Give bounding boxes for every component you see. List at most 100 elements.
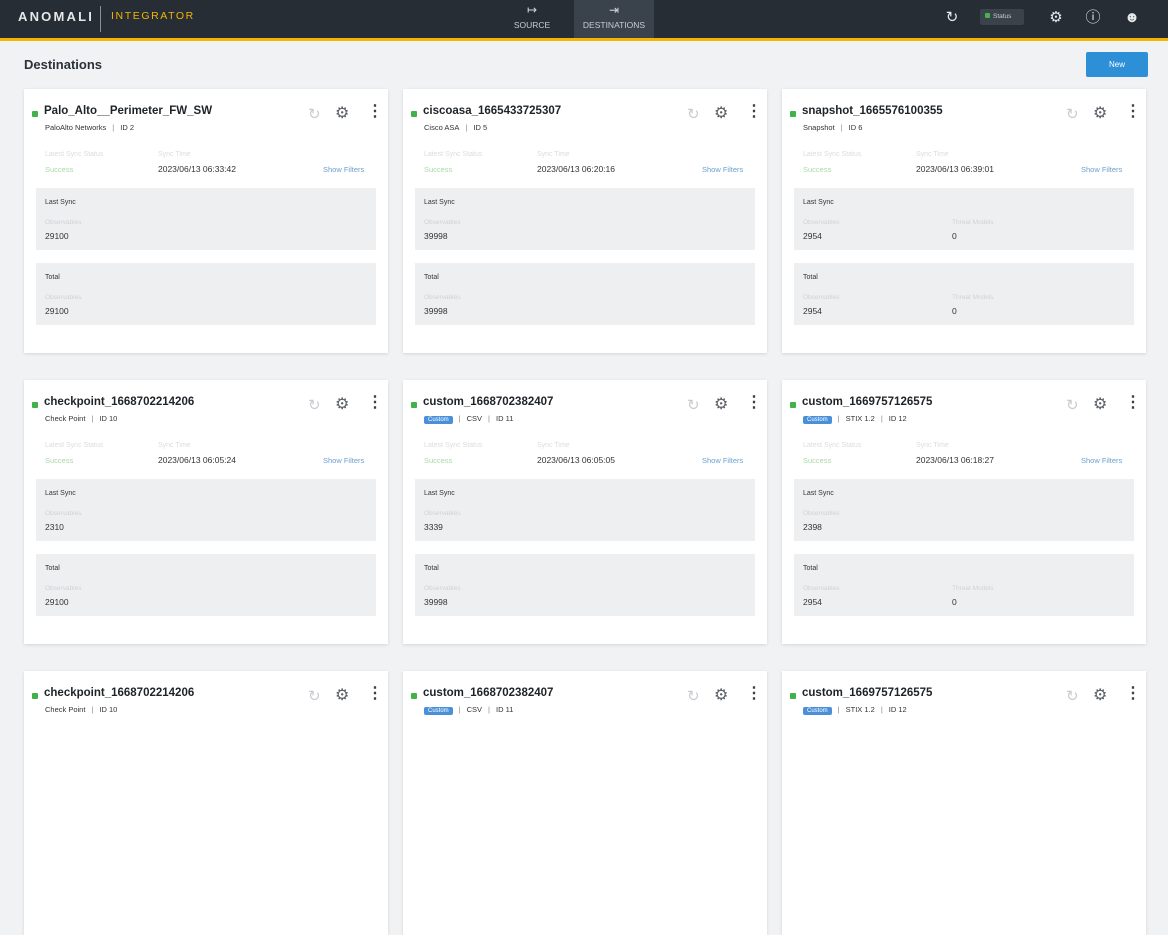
new-destination-button[interactable]: New <box>1086 52 1148 77</box>
settings-gear-icon[interactable]: ⚙ <box>1046 8 1066 28</box>
observables-label: Observables <box>45 219 82 226</box>
subtitle-separator: | <box>112 123 115 132</box>
more-options-icon[interactable]: ⋮ <box>746 683 762 703</box>
destination-card[interactable]: checkpoint_1668702214206 Check Point | ID … <box>24 671 388 935</box>
tab-source[interactable]: ↦ SOURCE <box>492 0 572 38</box>
observables-label: Observables <box>45 510 82 517</box>
observables-label: Observables <box>45 294 82 301</box>
sync-status-value: Success <box>803 456 832 465</box>
observables-label: Observables <box>45 585 82 592</box>
more-options-icon[interactable]: ⋮ <box>367 101 383 121</box>
destination-arrow-icon: ⇥ <box>608 3 620 17</box>
card-settings-gear-icon[interactable]: ⚙ <box>1093 394 1107 414</box>
last-sync-threat-models: 0 <box>952 231 957 241</box>
destination-name: custom_1668702382407 <box>423 396 554 408</box>
observables-label: Observables <box>803 510 840 517</box>
sync-status-value: Success <box>803 165 832 174</box>
sync-refresh-icon[interactable]: ↻ <box>308 105 321 123</box>
total-title: Total <box>803 565 818 572</box>
destination-card[interactable]: checkpoint_1668702214206 Check Point | ID … <box>24 380 388 644</box>
card-settings-gear-icon[interactable]: ⚙ <box>335 394 349 414</box>
destination-card[interactable]: custom_1669757126575 Custom | STIX 1.2 | ID … <box>782 671 1146 935</box>
status-label: Status <box>993 13 1012 20</box>
more-options-icon[interactable]: ⋮ <box>1125 101 1141 121</box>
destination-card[interactable]: custom_1668702382407 Custom | CSV | ID 11 ↻ … <box>403 380 767 644</box>
card-settings-gear-icon[interactable]: ⚙ <box>335 103 349 123</box>
sync-refresh-icon[interactable]: ↻ <box>1066 687 1079 705</box>
status-indicator-icon <box>32 111 38 117</box>
sync-refresh-icon[interactable]: ↻ <box>308 687 321 705</box>
card-settings-gear-icon[interactable]: ⚙ <box>1093 685 1107 705</box>
custom-badge: Custom <box>424 707 453 715</box>
destination-vendor: Cisco ASA <box>424 123 460 132</box>
card-settings-gear-icon[interactable]: ⚙ <box>714 394 728 414</box>
sync-time-value: 2023/06/13 06:20:16 <box>537 164 615 174</box>
tab-destinations[interactable]: ⇥ DESTINATIONS <box>574 0 654 38</box>
product-name: INTEGRATOR <box>111 10 195 22</box>
help-icon[interactable]: ⓘ <box>1083 8 1103 28</box>
refresh-icon[interactable]: ↻ <box>942 8 962 28</box>
sync-status-value: Success <box>45 165 74 174</box>
card-settings-gear-icon[interactable]: ⚙ <box>714 685 728 705</box>
card-settings-gear-icon[interactable]: ⚙ <box>335 685 349 705</box>
observables-label: Observables <box>424 219 461 226</box>
more-options-icon[interactable]: ⋮ <box>746 101 762 121</box>
total-title: Total <box>45 274 60 281</box>
destination-card[interactable]: custom_1668702382407 Custom | CSV | ID 11 ↻ … <box>403 671 767 935</box>
destination-id: ID 12 <box>888 414 907 423</box>
destination-vendor: Check Point <box>45 414 86 423</box>
sync-refresh-icon[interactable]: ↻ <box>308 396 321 414</box>
sync-refresh-icon[interactable]: ↻ <box>1066 105 1079 123</box>
show-filters-link[interactable]: Show Filters <box>1081 165 1122 174</box>
sync-time-value: 2023/06/13 06:33:42 <box>158 164 236 174</box>
show-filters-link[interactable]: Show Filters <box>323 165 364 174</box>
destination-card[interactable]: Palo_Alto__Perimeter_FW_SW PaloAlto Netw… <box>24 89 388 353</box>
card-settings-gear-icon[interactable]: ⚙ <box>714 103 728 123</box>
sync-refresh-icon[interactable]: ↻ <box>687 396 700 414</box>
last-sync-observables: 3339 <box>424 522 443 532</box>
sync-time-value: 2023/06/13 06:18:27 <box>916 455 994 465</box>
show-filters-link[interactable]: Show Filters <box>1081 456 1122 465</box>
show-filters-link[interactable]: Show Filters <box>323 456 364 465</box>
page-title: Destinations <box>24 57 103 72</box>
sync-time-label: Sync Time <box>158 442 191 449</box>
total-panel: Total Observables 2954 Threat Models 0 <box>794 554 1134 616</box>
sync-refresh-icon[interactable]: ↻ <box>687 105 700 123</box>
more-options-icon[interactable]: ⋮ <box>367 683 383 703</box>
more-options-icon[interactable]: ⋮ <box>746 392 762 412</box>
subtitle-separator: | <box>91 705 94 714</box>
destination-subtitle: Snapshot | ID 6 <box>803 123 862 132</box>
destination-card[interactable]: ciscoasa_1665433725307 Cisco ASA | ID 5 ↻ … <box>403 89 767 353</box>
card-settings-gear-icon[interactable]: ⚙ <box>1093 103 1107 123</box>
source-arrow-icon: ↦ <box>526 3 538 17</box>
last-sync-title: Last Sync <box>424 490 455 497</box>
more-options-icon[interactable]: ⋮ <box>367 392 383 412</box>
threat-models-label: Threat Models <box>952 294 994 301</box>
destination-subtitle: Custom | STIX 1.2 | ID 12 <box>803 414 907 424</box>
destination-card[interactable]: custom_1669757126575 Custom | STIX 1.2 | ID … <box>782 380 1146 644</box>
last-sync-title: Last Sync <box>45 199 76 206</box>
last-sync-title: Last Sync <box>45 490 76 497</box>
show-filters-link[interactable]: Show Filters <box>702 165 743 174</box>
destination-vendor: PaloAlto Networks <box>45 123 107 132</box>
last-sync-panel: Last Sync Observables 39998 <box>415 188 755 250</box>
sync-time-value: 2023/06/13 06:39:01 <box>916 164 994 174</box>
user-icon[interactable]: ☻ <box>1122 8 1142 28</box>
sync-refresh-icon[interactable]: ↻ <box>687 687 700 705</box>
observables-label: Observables <box>424 585 461 592</box>
last-sync-panel: Last Sync Observables 2954 Threat Models… <box>794 188 1134 250</box>
show-filters-link[interactable]: Show Filters <box>702 456 743 465</box>
destination-format: STIX 1.2 <box>845 414 875 423</box>
destination-card[interactable]: snapshot_1665576100355 Snapshot | ID 6 ↻ ⚙… <box>782 89 1146 353</box>
sync-refresh-icon[interactable]: ↻ <box>1066 396 1079 414</box>
logo-divider <box>100 6 101 32</box>
last-sync-panel: Last Sync Observables 2398 <box>794 479 1134 541</box>
more-options-icon[interactable]: ⋮ <box>1125 683 1141 703</box>
more-options-icon[interactable]: ⋮ <box>1125 392 1141 412</box>
destination-subtitle: Check Point | ID 10 <box>45 414 117 423</box>
total-panel: Total Observables 39998 <box>415 554 755 616</box>
status-indicator-icon <box>790 111 796 117</box>
status-button[interactable]: Status <box>980 9 1024 25</box>
last-sync-panel: Last Sync Observables 3339 <box>415 479 755 541</box>
destination-id: ID 11 <box>496 414 514 423</box>
